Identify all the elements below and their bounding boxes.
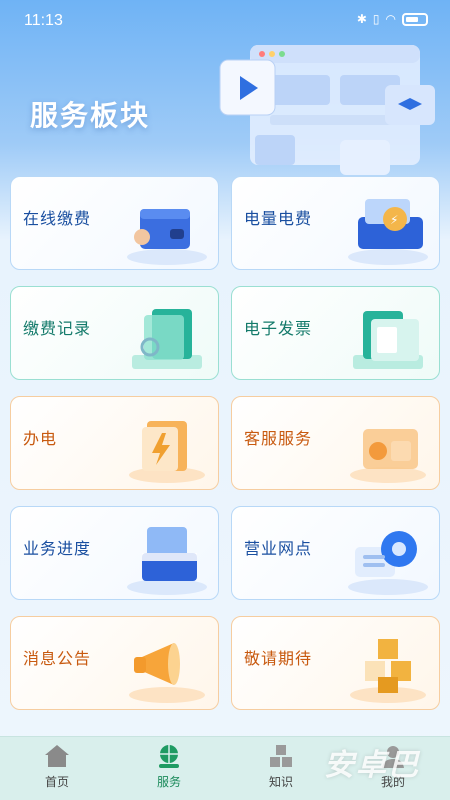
card-label: 营业网点 [244,539,313,558]
card-customer-service[interactable]: 客服服务 [231,396,440,490]
invoice-folder-icon [353,311,423,369]
coin-box-icon: ⚡ [348,199,428,265]
card-online-payment[interactable]: 在线缴费 [10,176,219,270]
page-title: 服务板块 [30,99,151,132]
wifi-icon: ◠ [385,12,396,26]
customer-service-icon [350,429,426,483]
bluetooth-icon: ✱ [356,12,367,26]
status-icons: ✱ ▯ ◠ [357,12,428,26]
lightning-icon [129,421,205,483]
globe-hand-icon [159,745,179,768]
card-coming-soon[interactable]: 敬请期待 [231,616,440,710]
tab-knowledge[interactable]: 知识 [236,743,326,797]
cubes-knowledge-icon [270,745,292,767]
watermark-logo: 安卓巴 [324,748,420,783]
card-label: 办电 [23,429,58,448]
card-apply-electricity[interactable]: 办电 [10,396,219,490]
card-label: 缴费记录 [23,319,92,338]
card-business-progress[interactable]: 业务进度 [10,506,219,600]
status-bar: 11:13 ✱ ▯ ◠ [0,0,450,40]
wallet-icon [127,209,207,265]
svg-text:⚡: ⚡ [390,213,398,227]
status-time: 11:13 [24,12,63,29]
tab-services[interactable]: 服务 [124,743,214,797]
card-label: 在线缴费 [23,209,92,228]
tab-label: 首页 [44,775,69,789]
card-label: 电子发票 [244,319,313,338]
hero-illustration-icon [219,45,435,175]
progress-box-icon [127,527,207,595]
card-power-bill[interactable]: 电量电费 ⚡ [231,176,440,270]
card-e-invoice[interactable]: 电子发票 [231,286,440,380]
tab-label: 服务 [156,775,181,789]
card-label: 客服服务 [244,429,313,448]
location-pin-icon [348,531,428,595]
card-service-outlets[interactable]: 营业网点 [231,506,440,600]
card-label: 业务进度 [23,539,92,558]
records-icon [132,309,202,369]
vibrate-icon: ▯ [372,12,380,26]
card-label: 消息公告 [23,649,92,668]
home-icon [45,745,69,767]
cubes-icon [350,639,426,703]
card-announcements[interactable]: 消息公告 [10,616,219,710]
megaphone-icon [129,643,205,703]
battery-icon [402,12,428,26]
card-label: 敬请期待 [244,649,313,668]
card-payment-records[interactable]: 缴费记录 [10,286,219,380]
card-label: 电量电费 [244,209,313,228]
tab-home[interactable]: 首页 [12,743,102,797]
tab-label: 知识 [268,775,293,789]
